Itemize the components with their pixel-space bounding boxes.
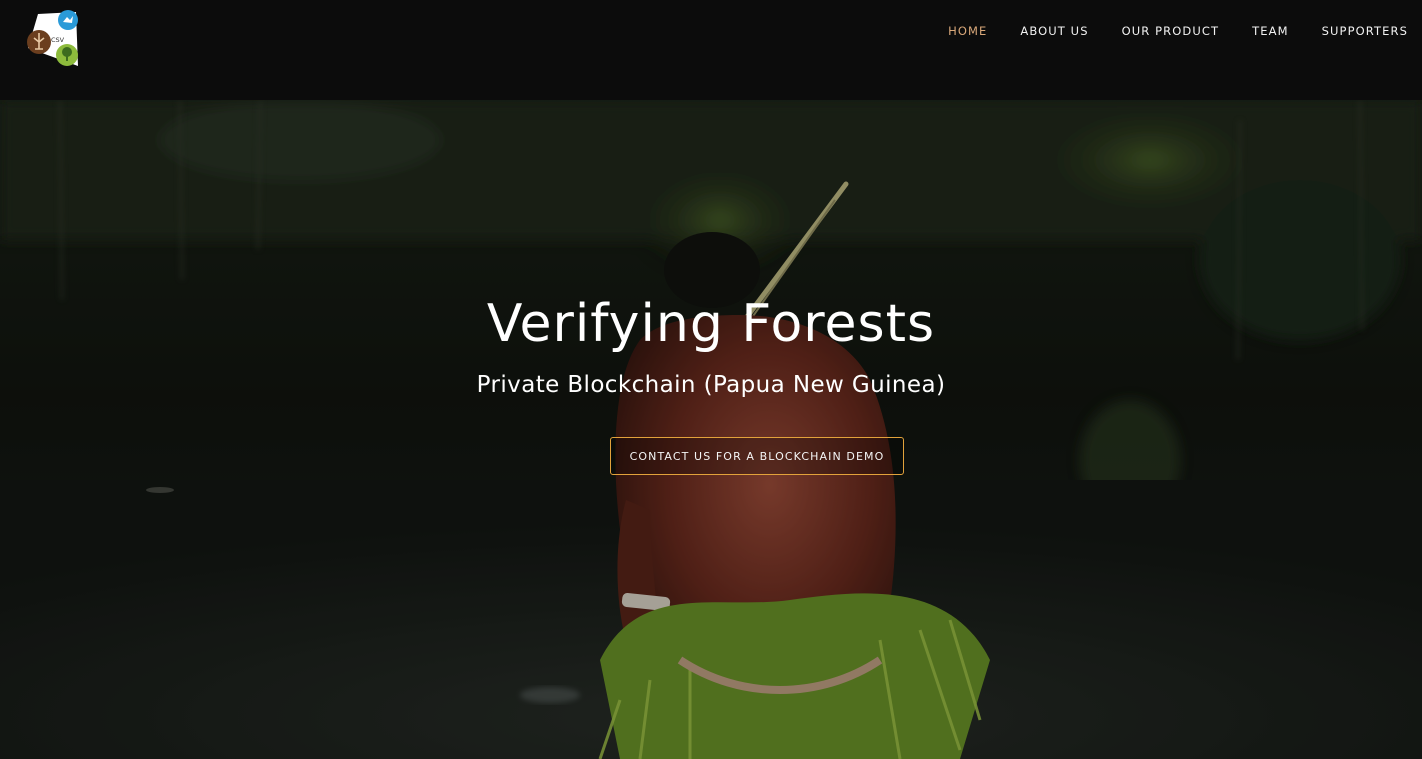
logo-text: CSV: [51, 36, 65, 44]
nav-about-us[interactable]: ABOUT US: [987, 23, 1088, 39]
hero-section: Verifying Forests Private Blockchain (Pa…: [0, 100, 1422, 759]
nav-our-product[interactable]: OUR PRODUCT: [1089, 23, 1220, 39]
contact-demo-button[interactable]: CONTACT US FOR A BLOCKCHAIN DEMO: [610, 437, 904, 475]
logo-icon: CSV: [27, 10, 78, 66]
hero-title: Verifying Forests: [486, 294, 936, 354]
site-header: CSV HOME ABOUT US OUR PRODUCT TEAM SUPPO…: [0, 0, 1422, 100]
nav-team[interactable]: TEAM: [1219, 23, 1288, 39]
page: CSV HOME ABOUT US OUR PRODUCT TEAM SUPPO…: [0, 0, 1422, 759]
nav-home[interactable]: HOME: [915, 23, 987, 39]
main-nav: HOME ABOUT US OUR PRODUCT TEAM SUPPORTER…: [915, 23, 1408, 39]
hero-background-image: [0, 100, 1422, 759]
site-logo[interactable]: CSV: [24, 8, 82, 70]
nav-supporters[interactable]: SUPPORTERS: [1289, 23, 1408, 39]
hero-subtitle: Private Blockchain (Papua New Guinea): [476, 372, 946, 398]
